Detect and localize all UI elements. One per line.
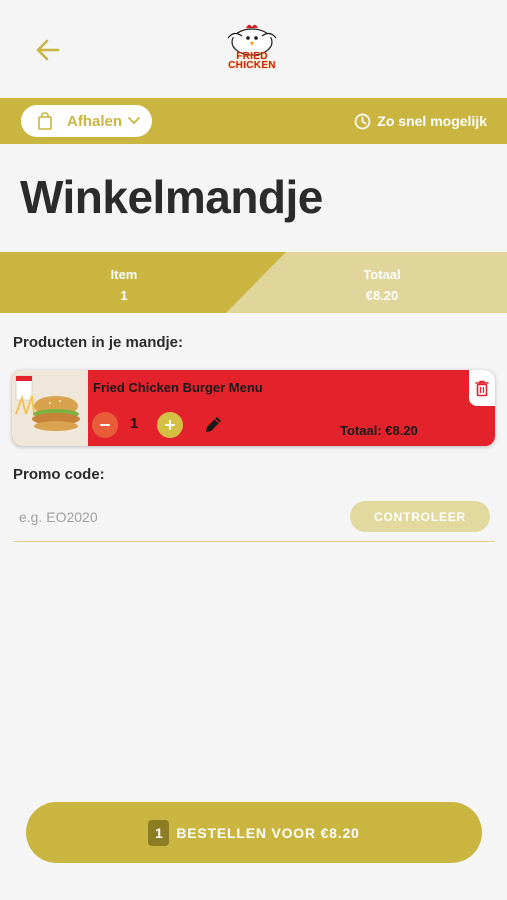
pickup-mode-label: Afhalen: [67, 112, 123, 130]
order-mode-bar: Afhalen Zo snel mogelijk: [0, 98, 507, 144]
back-button[interactable]: [32, 34, 64, 66]
minus-icon: [100, 424, 110, 426]
products-heading: Producten in je mandje:: [13, 334, 184, 351]
cart-item-card: Fried Chicken Burger Menu 1 Totaal: €8.2…: [12, 370, 495, 446]
pickup-time-selector[interactable]: Zo snel mogelijk: [354, 110, 487, 132]
check-promo-button[interactable]: CONTROLEER: [350, 501, 490, 532]
fried-chicken-logo: FRIED CHICKEN: [214, 22, 290, 72]
summary-total: Totaal €8.20: [322, 264, 442, 306]
delete-item-button[interactable]: [469, 370, 495, 406]
pickup-mode-selector[interactable]: Afhalen: [21, 105, 152, 137]
app-header: FRIED CHICKEN: [0, 0, 507, 98]
promo-code-row: CONTROLEER: [13, 498, 495, 542]
summary-item-count: Item 1: [64, 264, 184, 306]
arrow-left-icon: [36, 39, 60, 61]
shopping-bag-icon: [38, 112, 52, 130]
summary-item-value: 1: [120, 288, 128, 303]
decrease-quantity-button[interactable]: [92, 412, 118, 438]
order-item-count-badge: 1: [148, 819, 170, 846]
promo-code-input[interactable]: [13, 500, 333, 534]
item-total: Totaal: €8.20: [340, 423, 418, 438]
product-image: [12, 370, 88, 446]
trash-icon: [475, 380, 489, 396]
logo-text-line2: CHICKEN: [228, 60, 276, 71]
clock-icon: [354, 113, 371, 129]
plus-icon: [165, 420, 175, 430]
pickup-time-label: Zo snel mogelijk: [377, 113, 487, 129]
summary-item-label: Item: [110, 267, 138, 282]
page-title: Winkelmandje: [20, 171, 323, 223]
chevron-down-icon: [128, 117, 140, 125]
quantity-value: 1: [130, 415, 139, 432]
summary-total-value: €8.20: [365, 288, 399, 303]
edit-item-button[interactable]: [202, 414, 224, 436]
place-order-label: BESTELLEN VOOR €8.20: [176, 824, 360, 841]
summary-total-label: Totaal: [363, 267, 401, 282]
product-name: Fried Chicken Burger Menu: [93, 380, 263, 395]
promo-label: Promo code:: [13, 466, 105, 483]
cart-summary: Item 1 Totaal €8.20: [0, 252, 507, 313]
place-order-button[interactable]: 1 BESTELLEN VOOR €8.20: [26, 802, 482, 863]
increase-quantity-button[interactable]: [157, 412, 183, 438]
pencil-icon: [206, 417, 221, 432]
